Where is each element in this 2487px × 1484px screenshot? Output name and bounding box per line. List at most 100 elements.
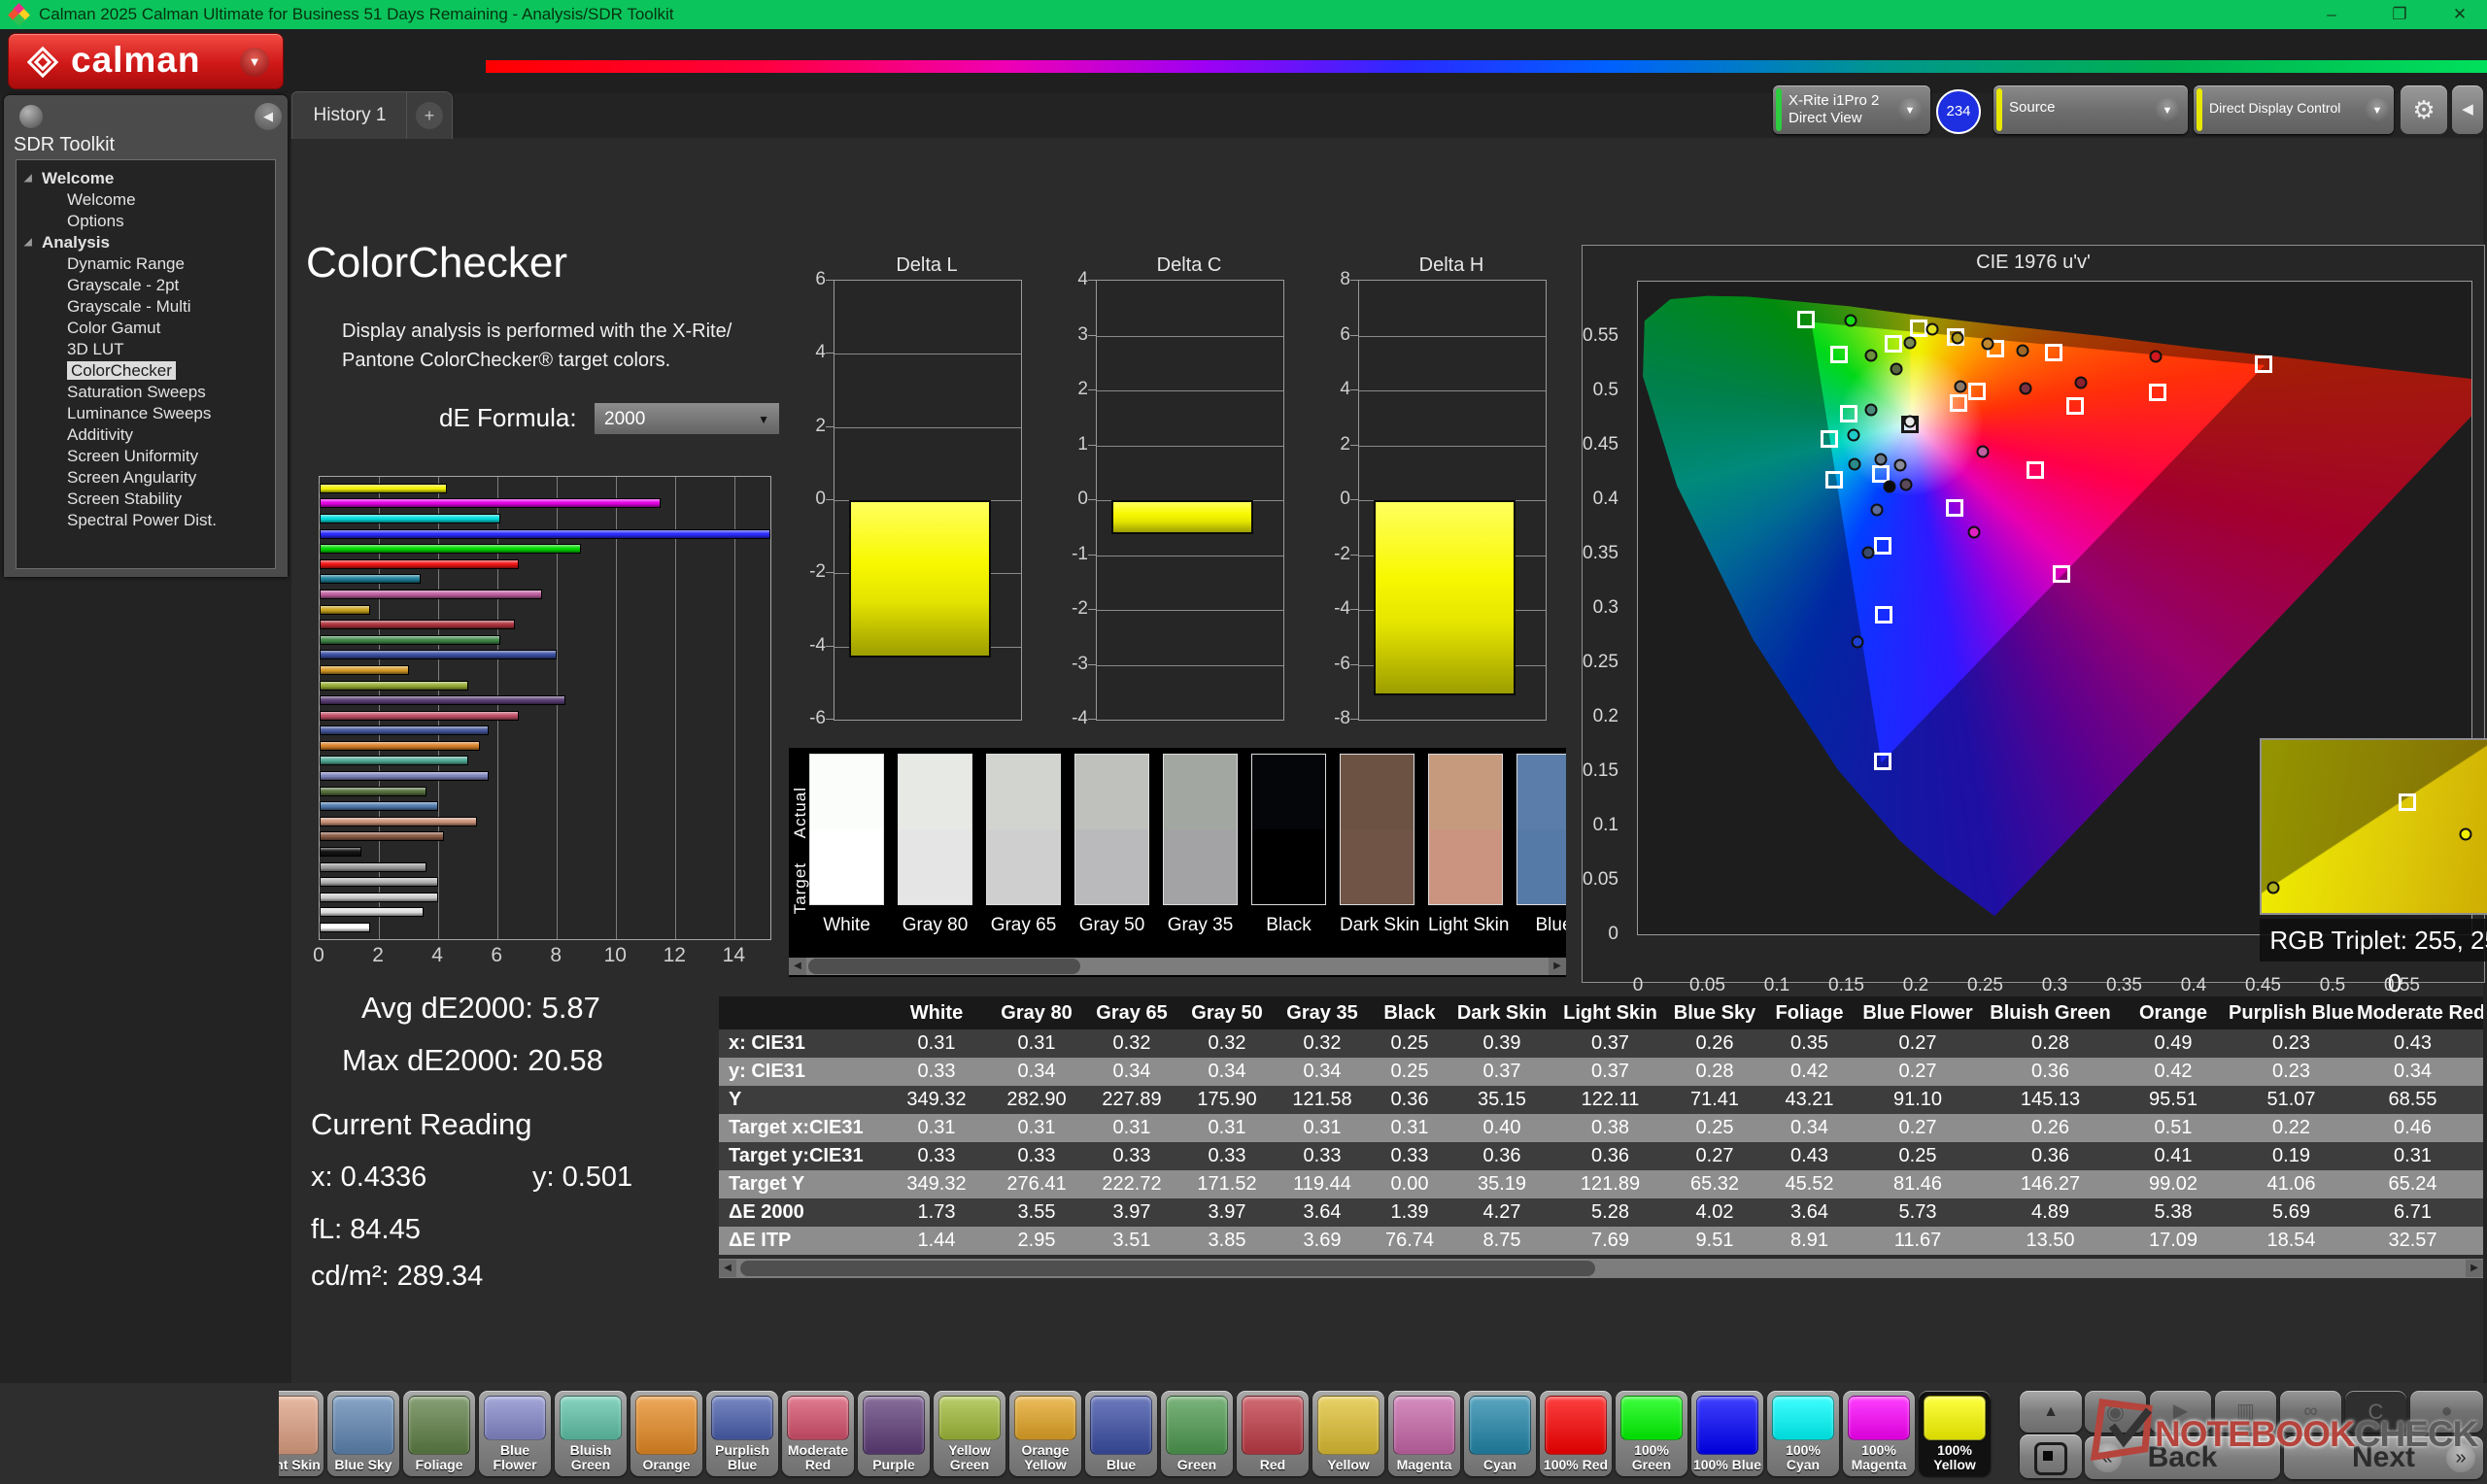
patch-button-blue-sky[interactable]: Blue Sky — [327, 1391, 399, 1476]
collapse-panel-button[interactable]: ◀ — [2452, 85, 2483, 134]
source-dropdown[interactable]: Source ▼ — [1993, 85, 2188, 134]
patch-button-orange[interactable]: Orange — [630, 1391, 702, 1476]
deltae-bar-cyan — [320, 574, 421, 584]
back-button[interactable]: « Back — [2085, 1436, 2280, 1479]
scroll-left-icon[interactable]: ◀ — [719, 1260, 736, 1277]
sidebar-item-welcome[interactable]: ◢Welcome — [17, 168, 275, 189]
loop-button[interactable]: ∞ — [2280, 1391, 2341, 1433]
patch-button-light-skin[interactable]: Light Skin — [279, 1391, 324, 1476]
sidebar-collapse-button[interactable]: ◀ — [255, 103, 282, 130]
read-continuous-button[interactable]: ◉ — [2085, 1391, 2146, 1433]
add-tab-button[interactable]: + — [406, 91, 453, 139]
axis-tick-label: 10 — [604, 944, 627, 967]
sidebar-item-saturation-sweeps[interactable]: Saturation Sweeps — [17, 382, 275, 403]
patch-button-magenta[interactable]: Magenta — [1388, 1391, 1460, 1476]
sidebar-item-color-gamut[interactable]: Color Gamut — [17, 318, 275, 339]
row-label: y: CIE31 — [719, 1058, 884, 1086]
sidebar-item-screen-angularity[interactable]: Screen Angularity — [17, 467, 275, 489]
swatch-dark-skin — [1340, 754, 1414, 905]
patch-button-red[interactable]: Red — [1237, 1391, 1309, 1476]
sidebar-item-grayscale-multi[interactable]: Grayscale - Multi — [17, 296, 275, 318]
sidebar-item-options[interactable]: Options — [17, 211, 275, 232]
cie-measured-dot — [1847, 428, 1859, 441]
patch-button-100-blue[interactable]: 100% Blue — [1691, 1391, 1763, 1476]
close-icon[interactable]: ✕ — [2440, 0, 2479, 29]
patch-button-foliage[interactable]: Foliage — [403, 1391, 475, 1476]
patch-button-cyan[interactable]: Cyan — [1464, 1391, 1536, 1476]
sidebar-item-3d-lut[interactable]: 3D LUT — [17, 339, 275, 360]
extra-tool-button[interactable]: ● — [2410, 1391, 2483, 1433]
meter-count-badge[interactable]: 234 — [1936, 89, 1981, 134]
axis-tick-label: 0.15 — [1583, 760, 1618, 782]
cell-value: 1.39 — [1370, 1198, 1449, 1227]
cie-measured-dot — [1894, 459, 1907, 472]
gridline — [1097, 446, 1283, 447]
sidebar-item-screen-uniformity[interactable]: Screen Uniformity — [17, 446, 275, 467]
patch-button-yellow[interactable]: Yellow — [1312, 1391, 1384, 1476]
scroll-right-icon[interactable]: ▶ — [1549, 958, 1566, 975]
sidebar-item-grayscale-2pt[interactable]: Grayscale - 2pt — [17, 275, 275, 296]
deltae-bar-orange — [320, 741, 480, 751]
de-formula-select[interactable]: 2000 ▼ — [594, 402, 780, 435]
sidebar-item-spectral-power-dist[interactable]: Spectral Power Dist. — [17, 510, 275, 531]
table-scrollbar[interactable]: ◀ ▶ — [719, 1259, 2483, 1278]
bar-row — [320, 814, 770, 829]
dot-icon: ● — [2440, 1400, 2452, 1422]
cell-value: 0.37 — [1554, 1058, 1666, 1086]
patch-button-moderate-red[interactable]: Moderate Red — [782, 1391, 854, 1476]
sidebar-indicator-button[interactable] — [19, 105, 43, 128]
tab-history-1[interactable]: History 1 — [291, 91, 408, 139]
deltae-bar-foliage — [320, 787, 426, 796]
axis-tick-label: 2 — [815, 416, 826, 437]
scrollbar-thumb[interactable] — [808, 959, 1080, 974]
swatch-strip-scrollbar[interactable]: ◀ ▶ — [789, 958, 1566, 975]
stop-button[interactable] — [2020, 1434, 2082, 1478]
patch-button-orange-yellow[interactable]: Orange Yellow — [1009, 1391, 1081, 1476]
patch-button-100-red[interactable]: 100% Red — [1540, 1391, 1612, 1476]
sidebar-item-welcome[interactable]: Welcome — [17, 189, 275, 211]
read-series-button[interactable]: ▶ — [2150, 1391, 2211, 1433]
scroll-right-icon[interactable]: ▶ — [2466, 1260, 2483, 1277]
calibrate-button[interactable]: C — [2345, 1391, 2406, 1433]
cie-measured-dot — [1899, 479, 1912, 491]
sidebar-item-label: Screen Angularity — [67, 468, 196, 487]
patch-button-purplish-blue[interactable]: Purplish Blue — [706, 1391, 778, 1476]
axis-tick-label: 0 — [1633, 975, 1644, 996]
axis-tick-label: -4 — [809, 635, 826, 657]
patch-button-green[interactable]: Green — [1161, 1391, 1233, 1476]
patch-button-100-cyan[interactable]: 100% Cyan — [1767, 1391, 1839, 1476]
sidebar-item-dynamic-range[interactable]: Dynamic Range — [17, 253, 275, 275]
axis-tick-mark — [1350, 719, 1358, 720]
patch-button-blue[interactable]: Blue — [1085, 1391, 1157, 1476]
sidebar-item-screen-stability[interactable]: Screen Stability — [17, 489, 275, 510]
next-button[interactable]: Next » — [2284, 1436, 2483, 1479]
sidebar-item-luminance-sweeps[interactable]: Luminance Sweeps — [17, 403, 275, 424]
sidebar-item-colorchecker[interactable]: ColorChecker — [17, 360, 275, 382]
patch-button-yellow-green[interactable]: Yellow Green — [934, 1391, 1005, 1476]
patch-button-100-yellow[interactable]: 100% Yellow — [1919, 1391, 1991, 1476]
cie-target-square — [2045, 344, 2062, 361]
patch-swatch — [1317, 1396, 1380, 1455]
cell-value: 0.36 — [1980, 1142, 2121, 1170]
scroll-left-icon[interactable]: ◀ — [789, 958, 806, 975]
calman-dropdown-arrow-icon[interactable]: ▼ — [240, 48, 269, 77]
cell-value: 121.58 — [1275, 1086, 1370, 1114]
patch-button-blue-flower[interactable]: Blue Flower — [479, 1391, 551, 1476]
meter-dropdown[interactable]: X-Rite i1Pro 2 Direct View ▼ — [1773, 85, 1930, 134]
chart-view-button[interactable]: ▥ — [2215, 1391, 2276, 1433]
minimize-icon[interactable]: – — [2312, 0, 2351, 29]
row-label: Target Y — [719, 1170, 884, 1198]
column-header-dark-skin: Dark Skin — [1449, 996, 1554, 1029]
maximize-icon[interactable]: ❐ — [2380, 0, 2419, 29]
sidebar-item-additivity[interactable]: Additivity — [17, 424, 275, 446]
patch-button-100-magenta[interactable]: 100% Magenta — [1843, 1391, 1915, 1476]
patch-button-purple[interactable]: Purple — [858, 1391, 930, 1476]
patch-button-bluish-green[interactable]: Bluish Green — [555, 1391, 627, 1476]
scroll-up-button[interactable]: ▲ — [2020, 1391, 2082, 1433]
display-control-dropdown[interactable]: Direct Display Control ▼ — [2194, 85, 2394, 134]
patch-button-100-green[interactable]: 100% Green — [1616, 1391, 1687, 1476]
calman-menu-button[interactable]: calman ▼ — [8, 33, 284, 89]
settings-gear-button[interactable]: ⚙ — [2401, 85, 2447, 134]
scrollbar-thumb[interactable] — [740, 1261, 1595, 1276]
sidebar-item-analysis[interactable]: ◢Analysis — [17, 232, 275, 253]
